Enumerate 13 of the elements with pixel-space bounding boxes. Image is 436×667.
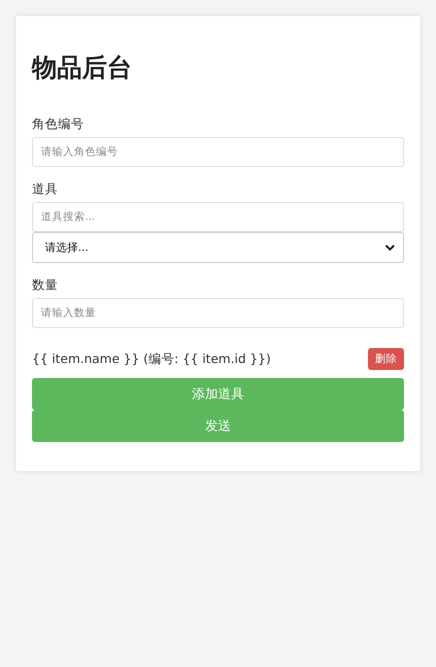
input-field[interactable]: 请输入数量 xyxy=(32,298,404,328)
chevron-down-icon xyxy=(385,244,395,251)
field-label: 数量 xyxy=(32,276,59,294)
field-label: 角色编号 xyxy=(32,115,85,133)
input-field[interactable]: 道具搜索... xyxy=(32,202,404,232)
item-text: {{ item.name }} (编号: {{ item.id }}) xyxy=(32,350,271,368)
action-button[interactable]: 发送 xyxy=(32,410,404,442)
select-dropdown[interactable]: 请选择... xyxy=(32,232,404,263)
delete-button[interactable]: 删除 xyxy=(368,348,404,370)
page-title: 物品后台 xyxy=(32,52,133,84)
field-label: 道具 xyxy=(32,180,59,198)
action-button[interactable]: 添加道具 xyxy=(32,378,404,410)
input-field[interactable]: 请输入角色编号 xyxy=(32,137,404,167)
